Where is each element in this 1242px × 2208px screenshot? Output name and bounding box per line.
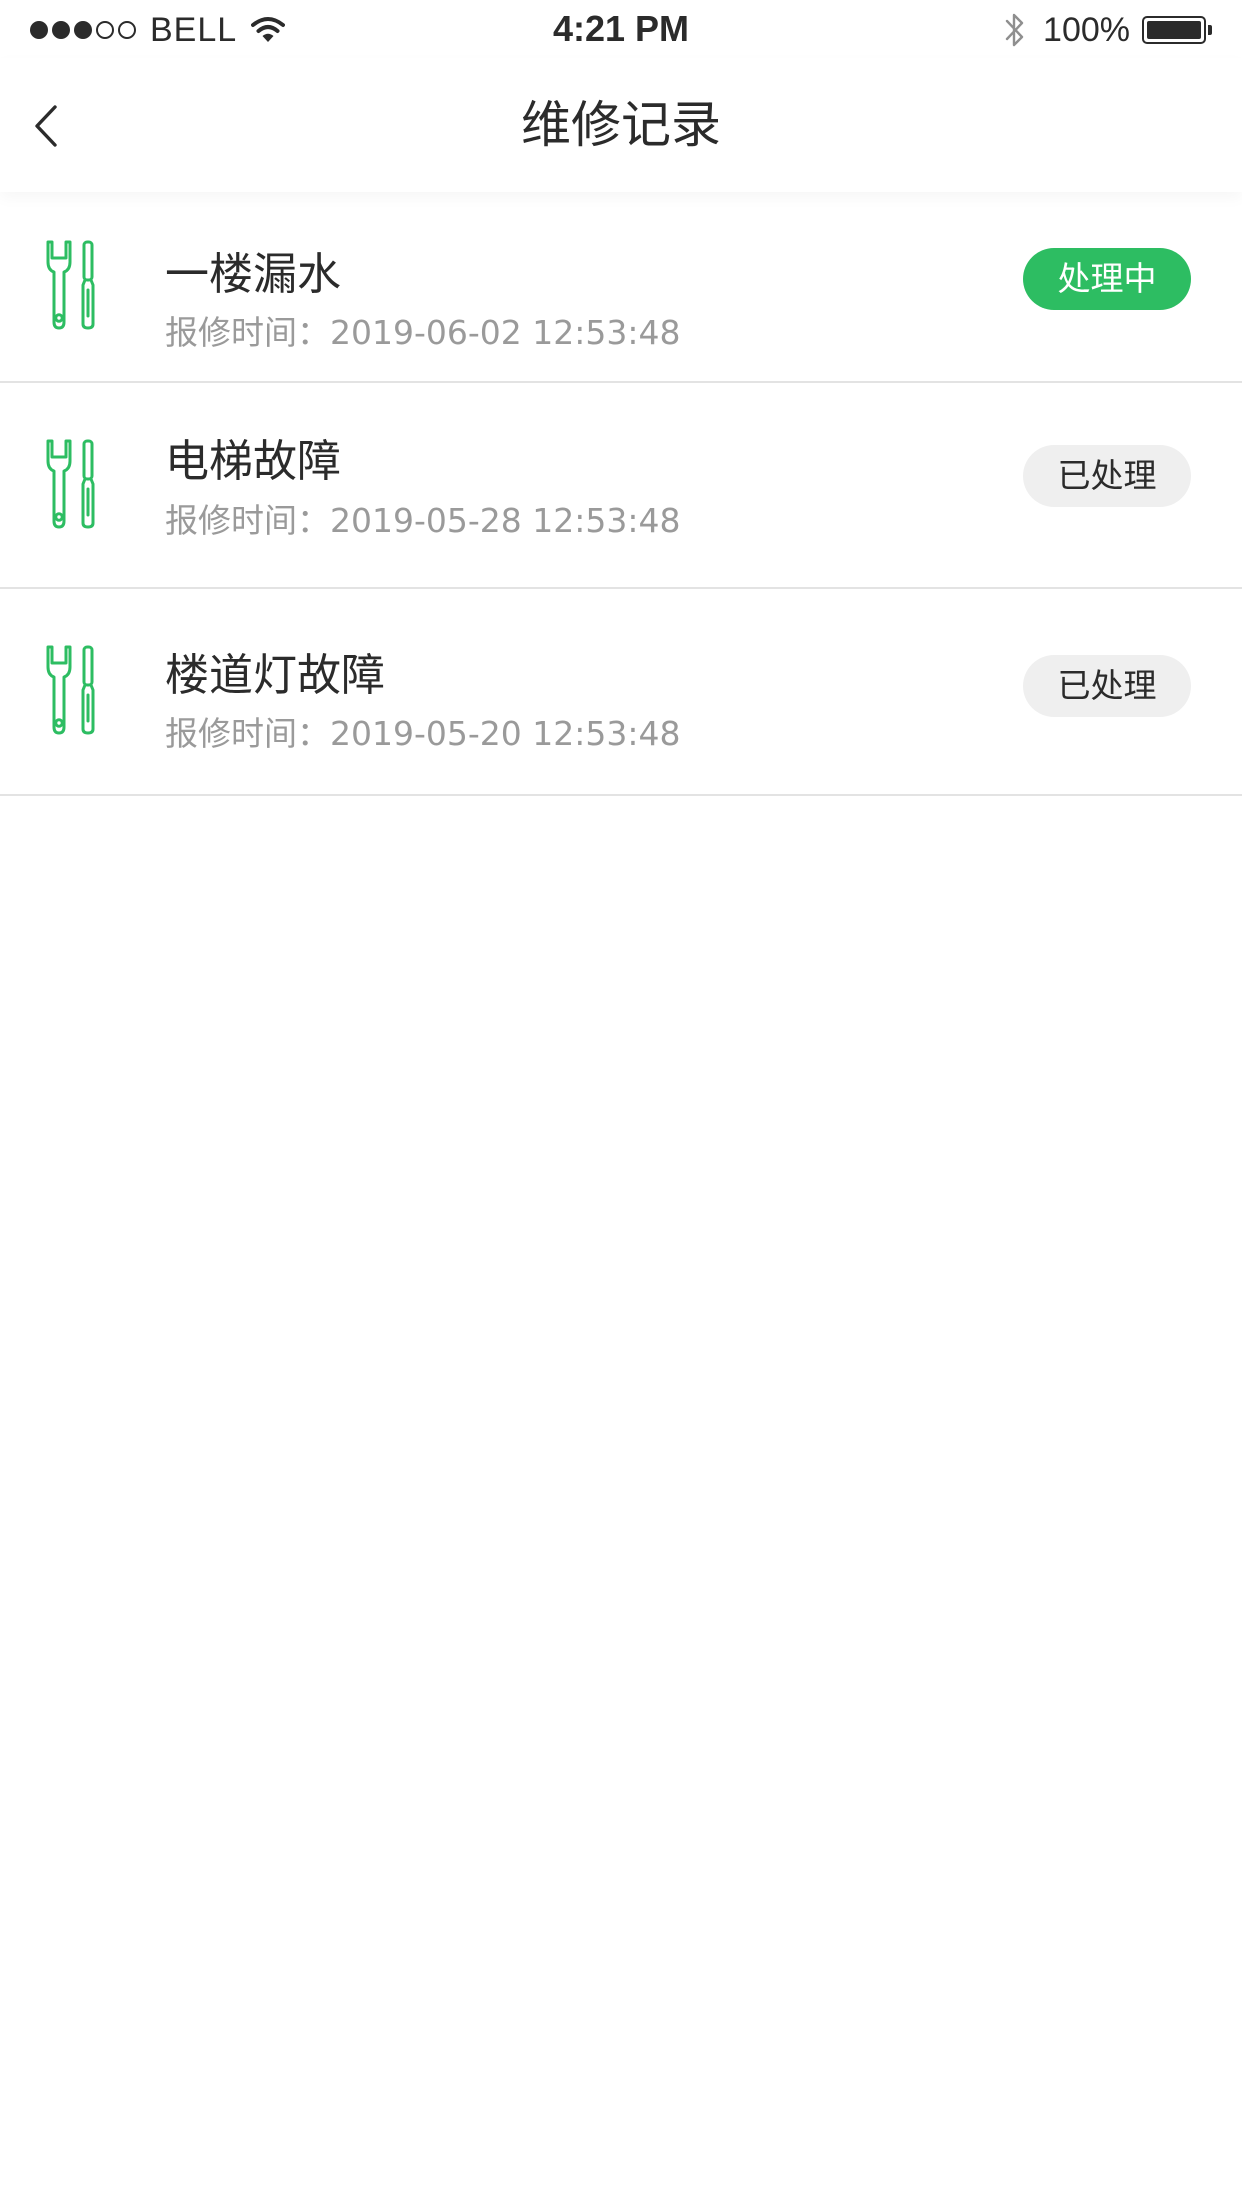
record-title: 电梯故障 — [165, 436, 341, 487]
record-title: 楼道灯故障 — [165, 650, 385, 701]
status-bar: BELL 4:21 PM 100% — [0, 0, 1242, 58]
record-title: 一楼漏水 — [165, 249, 341, 300]
record-time: 报修时间：2019-05-28 12:53:48 — [165, 501, 681, 540]
battery-percentage: 100% — [1043, 10, 1130, 49]
page-title: 维修记录 — [521, 96, 721, 154]
back-button[interactable] — [14, 94, 78, 158]
repair-tools-icon — [46, 240, 95, 330]
record-item-elevator-fault[interactable]: 电梯故障 报修时间：2019-05-28 12:53:48 已处理 — [0, 383, 1242, 589]
status-badge-done: 已处理 — [1023, 445, 1191, 507]
record-item-water-leak[interactable]: 一楼漏水 报修时间：2019-06-02 12:53:48 处理中 — [0, 192, 1242, 383]
chevron-left-icon — [35, 105, 57, 147]
battery-icon — [1142, 16, 1212, 44]
status-badge-done: 已处理 — [1023, 655, 1191, 717]
status-badge-processing: 处理中 — [1023, 248, 1191, 310]
status-right: 100% — [1003, 10, 1212, 50]
navigation-bar: 维修记录 — [0, 58, 1242, 192]
bluetooth-icon — [1005, 13, 1024, 47]
repair-tools-icon — [46, 439, 95, 529]
record-time: 报修时间：2019-06-02 12:53:48 — [165, 313, 681, 352]
repair-tools-icon — [46, 645, 95, 735]
repair-record-list: 一楼漏水 报修时间：2019-06-02 12:53:48 处理中 电梯故障 报… — [0, 192, 1242, 796]
record-time: 报修时间：2019-05-20 12:53:48 — [165, 714, 681, 753]
record-item-corridor-light-fault[interactable]: 楼道灯故障 报修时间：2019-05-20 12:53:48 已处理 — [0, 589, 1242, 796]
